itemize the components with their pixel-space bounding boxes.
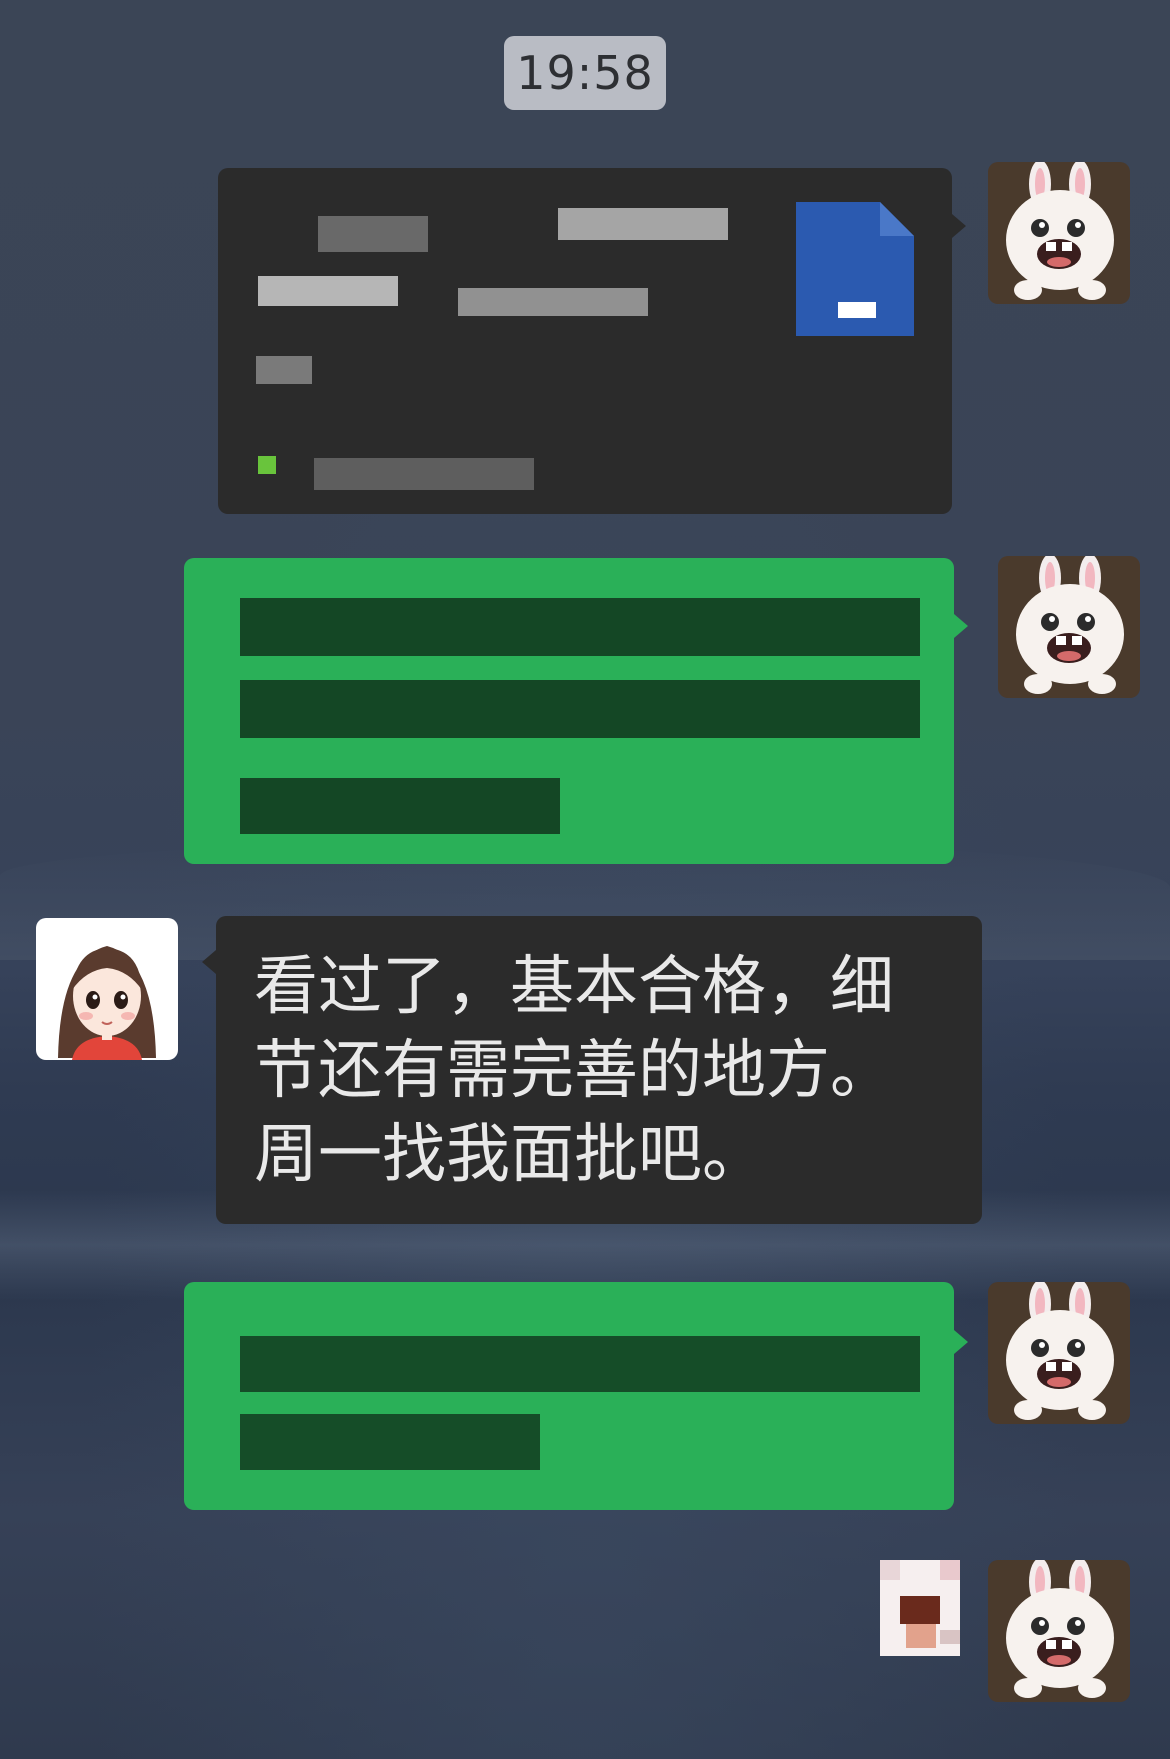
redacted-size xyxy=(256,356,312,384)
redacted-line-1 xyxy=(240,1336,920,1392)
redacted-line-2 xyxy=(240,680,920,738)
self-avatar[interactable] xyxy=(988,162,1130,304)
bubble-tail xyxy=(954,1330,968,1354)
redacted-source xyxy=(314,458,534,490)
redacted-line-1 xyxy=(240,598,920,656)
redacted-title-line-2 xyxy=(258,276,398,306)
self-avatar[interactable] xyxy=(998,556,1140,698)
bubble-tail xyxy=(202,950,216,974)
redacted-line-2 xyxy=(240,1414,540,1470)
girl-avatar-icon xyxy=(36,918,178,1060)
file-doc-icon xyxy=(796,202,914,336)
other-avatar[interactable] xyxy=(36,918,178,1060)
bubble-tail xyxy=(954,614,968,638)
bunny-avatar-icon xyxy=(988,1282,1130,1424)
text-bubble-redacted[interactable] xyxy=(184,1282,954,1510)
redacted-line-3 xyxy=(240,778,560,834)
file-card-bubble[interactable] xyxy=(218,168,952,514)
bunny-avatar-icon xyxy=(988,162,1130,304)
self-avatar[interactable] xyxy=(988,1560,1130,1702)
self-avatar[interactable] xyxy=(988,1282,1130,1424)
bunny-avatar-icon xyxy=(998,556,1140,698)
sticker-image[interactable] xyxy=(880,1560,960,1656)
redacted-title-line-2b xyxy=(458,288,648,316)
bubble-tail xyxy=(952,214,966,238)
redacted-title-line-1b xyxy=(558,208,728,240)
redacted-source-icon xyxy=(258,456,276,474)
timestamp-badge: 19:58 xyxy=(504,36,666,110)
redacted-title-line-1 xyxy=(318,216,428,252)
bunny-avatar-icon xyxy=(988,1560,1130,1702)
incoming-message-text: 看过了，基本合格，细节还有需完善的地方。周一找我面批吧。 xyxy=(254,950,894,1192)
